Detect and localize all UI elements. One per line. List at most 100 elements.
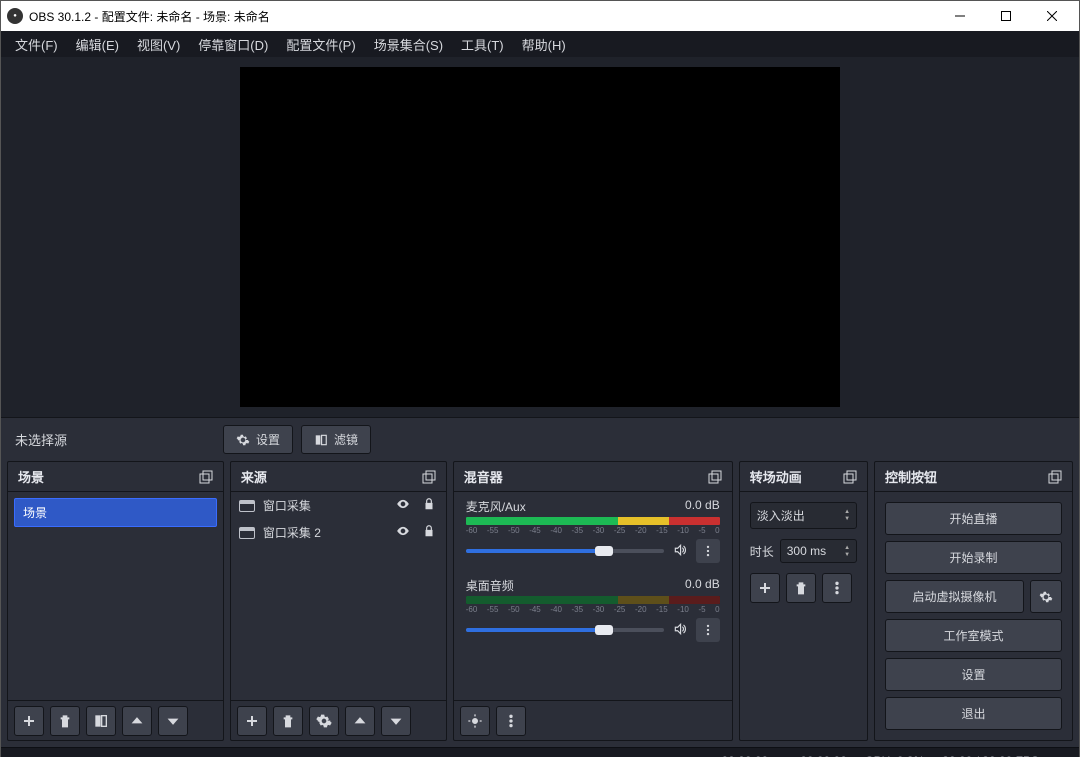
- menu-edit[interactable]: 编辑(E): [68, 33, 127, 56]
- rec-time: 00:00:00: [800, 754, 847, 757]
- source-item[interactable]: 窗口采集: [231, 492, 446, 519]
- source-settings-label: 设置: [256, 431, 280, 448]
- mute-toggle[interactable]: [672, 622, 688, 639]
- rec-time-item: 00:00:00: [786, 754, 847, 757]
- transition-menu-button[interactable]: [822, 573, 852, 603]
- menu-help[interactable]: 帮助(H): [514, 33, 574, 56]
- scene-move-up-button[interactable]: [122, 706, 152, 736]
- source-add-button[interactable]: [237, 706, 267, 736]
- scenes-footer: [8, 700, 223, 740]
- updown-icon: ▲▼: [844, 509, 850, 522]
- mute-toggle[interactable]: [672, 543, 688, 560]
- channel-name: 麦克风/Aux: [466, 498, 526, 515]
- sources-title: 来源: [241, 467, 267, 486]
- source-move-up-button[interactable]: [345, 706, 375, 736]
- lock-icon: [422, 524, 436, 538]
- visibility-toggle[interactable]: [394, 497, 412, 514]
- mixer-dock: 混音器 麦克风/Aux 0.0 dB: [453, 461, 733, 741]
- preview-canvas[interactable]: [240, 67, 840, 407]
- meter-ticks: -60-55-50-45-40-35-30-25-20-15-10-50: [466, 605, 720, 614]
- studio-mode-button[interactable]: 工作室模式: [885, 619, 1062, 652]
- transitions-dock: 转场动画 淡入淡出 ▲▼ 时长 300 ms ▲▼: [739, 461, 868, 741]
- transitions-title: 转场动画: [750, 467, 802, 486]
- undock-icon[interactable]: [1048, 470, 1062, 484]
- sources-header: 来源: [231, 462, 446, 492]
- scene-remove-button[interactable]: [50, 706, 80, 736]
- controls-title: 控制按钮: [885, 467, 937, 486]
- channel-name: 桌面音频: [466, 577, 514, 594]
- menu-docks[interactable]: 停靠窗口(D): [190, 33, 276, 56]
- virtual-cam-button[interactable]: 启动虚拟摄像机: [885, 580, 1024, 613]
- sources-list[interactable]: 窗口采集 窗口采集 2: [231, 492, 446, 700]
- mixer-advanced-button[interactable]: [460, 706, 490, 736]
- spinner-icon[interactable]: ▲▼: [844, 545, 850, 558]
- sources-footer: [231, 700, 446, 740]
- volume-slider[interactable]: [466, 628, 664, 632]
- no-source-selected-label: 未选择源: [15, 430, 215, 449]
- undock-icon[interactable]: [708, 470, 722, 484]
- scene-filter-button[interactable]: [86, 706, 116, 736]
- source-item[interactable]: 窗口采集 2: [231, 519, 446, 546]
- titlebar: OBS 30.1.2 - 配置文件: 未命名 - 场景: 未命名: [1, 1, 1079, 31]
- menu-tools[interactable]: 工具(T): [453, 33, 512, 56]
- cpu-usage: CPU: 0.3%: [865, 754, 924, 757]
- start-stream-button[interactable]: 开始直播: [885, 502, 1062, 535]
- level-meter: [466, 596, 720, 604]
- minimize-button[interactable]: [937, 1, 983, 31]
- source-filter-label: 滤镜: [334, 431, 358, 448]
- source-filter-button[interactable]: 滤镜: [301, 425, 371, 454]
- transitions-body: 淡入淡出 ▲▼ 时长 300 ms ▲▼: [740, 492, 867, 613]
- mixer-title: 混音器: [464, 467, 503, 486]
- source-move-down-button[interactable]: [381, 706, 411, 736]
- window: OBS 30.1.2 - 配置文件: 未命名 - 场景: 未命名 文件(F) 编…: [0, 0, 1080, 757]
- transition-add-button[interactable]: [750, 573, 780, 603]
- undock-icon[interactable]: [199, 470, 213, 484]
- transition-select[interactable]: 淡入淡出 ▲▼: [750, 502, 857, 529]
- transition-remove-button[interactable]: [786, 573, 816, 603]
- stream-square-icon: □: [708, 754, 715, 757]
- obs-logo-icon: [7, 8, 23, 24]
- scene-add-button[interactable]: [14, 706, 44, 736]
- maximize-button[interactable]: [983, 1, 1029, 31]
- source-remove-button[interactable]: [273, 706, 303, 736]
- exit-button[interactable]: 退出: [885, 697, 1062, 730]
- sources-dock: 来源 窗口采集: [230, 461, 447, 741]
- source-label: 窗口采集: [263, 497, 386, 514]
- volume-slider[interactable]: [466, 549, 664, 553]
- stream-time: 00:00:00: [721, 754, 768, 757]
- mixer-footer: [454, 700, 732, 740]
- menu-profiles[interactable]: 配置文件(P): [278, 33, 363, 56]
- lock-toggle[interactable]: [420, 524, 438, 541]
- statusbar: □ 00:00:00 00:00:00 CPU: 0.3% 30.00 / 30…: [1, 747, 1079, 757]
- visibility-toggle[interactable]: [394, 524, 412, 541]
- source-properties-button[interactable]: [309, 706, 339, 736]
- window-capture-icon: [239, 527, 255, 539]
- menu-view[interactable]: 视图(V): [129, 33, 188, 56]
- menu-scene-collections[interactable]: 场景集合(S): [366, 33, 451, 56]
- menu-file[interactable]: 文件(F): [7, 33, 66, 56]
- undock-icon[interactable]: [422, 470, 436, 484]
- window-capture-icon: [239, 500, 255, 512]
- channel-menu-button[interactable]: [696, 539, 720, 563]
- start-record-button[interactable]: 开始录制: [885, 541, 1062, 574]
- transition-select-value: 淡入淡出: [757, 507, 805, 524]
- virtual-cam-settings-button[interactable]: [1030, 580, 1062, 613]
- scenes-list[interactable]: 场景: [8, 492, 223, 700]
- lock-icon: [422, 497, 436, 511]
- meter-ticks: -60-55-50-45-40-35-30-25-20-15-10-50: [466, 526, 720, 535]
- scene-move-down-button[interactable]: [158, 706, 188, 736]
- settings-button[interactable]: 设置: [885, 658, 1062, 691]
- window-title: OBS 30.1.2 - 配置文件: 未命名 - 场景: 未命名: [29, 8, 937, 25]
- channel-menu-button[interactable]: [696, 618, 720, 642]
- scenes-header: 场景: [8, 462, 223, 492]
- source-settings-button[interactable]: 设置: [223, 425, 293, 454]
- lock-toggle[interactable]: [420, 497, 438, 514]
- duration-input[interactable]: 300 ms ▲▼: [780, 539, 857, 563]
- scene-item[interactable]: 场景: [14, 498, 217, 527]
- controls-dock: 控制按钮 开始直播 开始录制 启动虚拟摄像机 工作室模式: [874, 461, 1073, 741]
- mixer-menu-button[interactable]: [496, 706, 526, 736]
- undock-icon[interactable]: [843, 470, 857, 484]
- speaker-icon: [673, 622, 687, 636]
- mixer-header: 混音器: [454, 462, 732, 492]
- close-button[interactable]: [1029, 1, 1075, 31]
